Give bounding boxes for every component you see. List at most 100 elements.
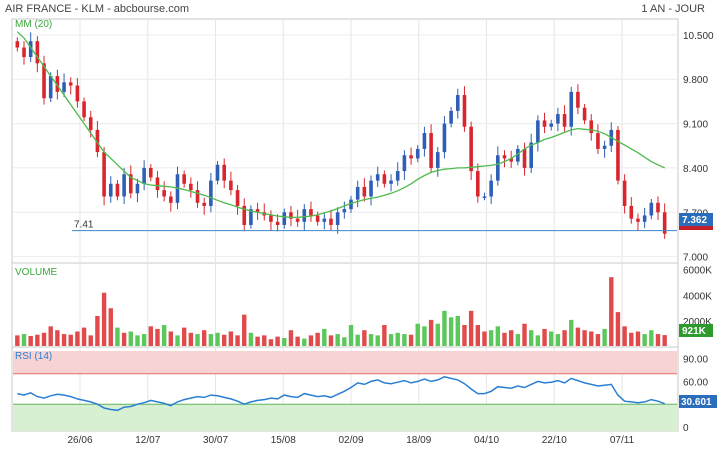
- candle-body: [322, 218, 327, 222]
- date-tick-label: 07/11: [610, 435, 635, 446]
- volume-bar: [495, 326, 501, 346]
- volume-bar: [649, 330, 654, 346]
- volume-bar: [168, 331, 174, 346]
- volume-tick-label: 6000K: [683, 265, 712, 276]
- volume-bar: [141, 334, 147, 346]
- candle-body: [162, 190, 166, 197]
- volume-bar: [468, 310, 474, 346]
- volume-bar: [35, 334, 40, 346]
- volume-bar: [208, 334, 214, 346]
- candle-body: [649, 202, 654, 216]
- volume-bar: [235, 335, 240, 346]
- date-tick-label: 18/09: [406, 435, 431, 446]
- chart-title: AIR FRANCE - KLM - abcbourse.com: [5, 3, 189, 15]
- volume-bar: [595, 334, 601, 346]
- candle-body: [62, 82, 66, 92]
- volume-bar: [542, 328, 547, 346]
- candle-body: [355, 186, 360, 200]
- volume-bar: [268, 339, 274, 346]
- volume-bar: [55, 330, 60, 346]
- volume-bar: [589, 331, 594, 346]
- volume-bar: [402, 334, 407, 346]
- volume-bar: [428, 319, 434, 346]
- candle-body: [195, 190, 200, 203]
- candle-body: [342, 209, 347, 213]
- candle-body: [329, 218, 333, 225]
- volume-bar: [422, 326, 427, 346]
- date-tick-label: 04/10: [474, 435, 499, 446]
- volume-bar: [355, 334, 360, 346]
- volume-bar: [101, 292, 107, 346]
- volume-bar: [88, 335, 93, 346]
- candle-body: [622, 180, 627, 206]
- volume-bar: [255, 336, 260, 346]
- volume-bar: [308, 335, 314, 346]
- candle-body: [642, 215, 647, 222]
- candle-body: [135, 183, 140, 194]
- candle-body: [562, 114, 567, 127]
- volume-bar: [622, 326, 627, 346]
- support-label: 7.41: [74, 220, 94, 231]
- volume-bar: [388, 334, 394, 346]
- rsi-tick-label: 0: [683, 423, 689, 434]
- candle-body: [189, 183, 193, 191]
- candle-body: [282, 212, 287, 225]
- candle-body: [209, 180, 213, 206]
- candle-body: [489, 180, 493, 197]
- volume-bar: [508, 330, 514, 346]
- rsi-tick-label: 60.00: [683, 377, 708, 388]
- candle-body: [596, 133, 600, 149]
- candle-body: [542, 120, 547, 127]
- volume-bar: [415, 323, 420, 346]
- volume-bar: [455, 315, 460, 346]
- candle-body: [182, 174, 186, 184]
- candle-body: [482, 196, 487, 198]
- last-price-badge-accent: [679, 226, 713, 230]
- candle-body: [602, 145, 607, 149]
- candle-body: [569, 91, 574, 127]
- volume-bar: [61, 334, 67, 346]
- volume-bar: [148, 326, 154, 346]
- price-tick-label: 7.000: [683, 253, 708, 264]
- volume-bar: [549, 331, 554, 346]
- volume-bar: [222, 334, 227, 346]
- candle-body: [422, 133, 427, 149]
- volume-bar: [502, 332, 507, 346]
- volume-bar: [81, 327, 87, 346]
- volume-bar: [582, 330, 587, 346]
- candle-body: [429, 133, 433, 168]
- volume-bar: [609, 277, 614, 346]
- candle-body: [589, 120, 594, 134]
- date-tick-label: 12/07: [135, 435, 160, 446]
- volume-bar: [515, 334, 521, 346]
- candle-body: [155, 177, 160, 191]
- volume-bar: [348, 325, 354, 346]
- volume-bar: [408, 334, 414, 346]
- volume-bar: [328, 335, 334, 346]
- stock-chart: AIR FRANCE - KLM - abcbourse.com 1 AN - …: [0, 0, 720, 449]
- volume-bar: [435, 323, 440, 346]
- date-tick-label: 15/08: [271, 435, 296, 446]
- candle-body: [309, 209, 313, 216]
- volume-tick-label: 4000K: [683, 291, 712, 302]
- volume-bar: [335, 334, 340, 346]
- volume-bar: [462, 325, 467, 346]
- volume-bar: [662, 335, 667, 346]
- candle-body: [656, 202, 660, 213]
- candle-body: [315, 215, 320, 222]
- candle-body: [549, 123, 554, 127]
- price-tick-label: 9.800: [683, 75, 708, 86]
- candle-body: [395, 171, 400, 181]
- candle-body: [435, 152, 440, 168]
- volume-bar: [322, 328, 327, 346]
- last-price-value: 7.362: [682, 215, 707, 226]
- volume-bar: [128, 331, 133, 346]
- candle-body: [68, 82, 73, 86]
- volume-bar: [181, 327, 187, 346]
- candle-body: [415, 148, 420, 159]
- candle-body: [215, 164, 220, 181]
- period-selector[interactable]: 1 AN - JOUR: [641, 3, 705, 15]
- candle-body: [15, 41, 20, 48]
- candle-body: [169, 196, 173, 203]
- volume-bar: [68, 334, 73, 346]
